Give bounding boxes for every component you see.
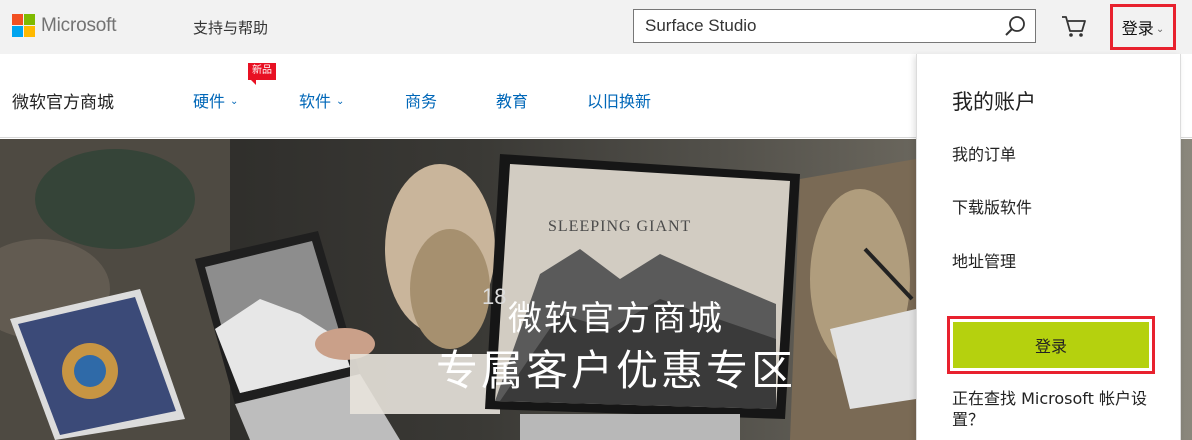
signin-button-highlight: 登录 <box>947 316 1155 374</box>
nav-item-label: 教育 <box>496 92 529 111</box>
nav-item-software[interactable]: 软件 ⌄ <box>299 88 344 112</box>
support-help-link[interactable]: 支持与帮助 <box>193 17 268 38</box>
microsoft-logo-icon <box>12 14 35 37</box>
address-management-link[interactable]: 地址管理 <box>952 248 1016 272</box>
nav-item-label: 软件 <box>299 92 332 111</box>
signin-button[interactable]: 登录 <box>953 322 1149 368</box>
top-bar: Microsoft 支持与帮助 登录 ⌄ <box>0 0 1192 54</box>
nav-item-trade-in[interactable]: 以旧换新 <box>587 88 651 112</box>
nav-item-label: 以旧换新 <box>587 92 652 111</box>
screen-title-text: SLEEPING GIANT <box>548 218 691 235</box>
search-input[interactable] <box>634 10 995 42</box>
cart-icon[interactable] <box>1060 13 1088 39</box>
brand-name: Microsoft <box>41 14 117 36</box>
search-icon[interactable] <box>995 10 1035 42</box>
my-orders-link[interactable]: 我的订单 <box>952 141 1016 165</box>
microsoft-logo[interactable]: Microsoft <box>12 14 116 37</box>
store-title[interactable]: 微软官方商城 <box>12 88 114 113</box>
nav-item-business[interactable]: 商务 <box>405 88 437 112</box>
signin-menu-button[interactable]: 登录 ⌄ <box>1110 4 1176 50</box>
account-menu-heading: 我的账户 <box>952 90 1036 114</box>
nav-item-label: 商务 <box>405 92 438 111</box>
nav-item-label: 硬件 <box>193 92 226 111</box>
new-badge: 新品 <box>248 63 276 85</box>
search-box <box>633 9 1036 43</box>
nav-item-hardware[interactable]: 硬件 ⌄ <box>193 88 238 112</box>
signin-label: 登录 <box>1121 19 1154 38</box>
downloads-link[interactable]: 下载版软件 <box>952 194 1032 218</box>
nav-item-education[interactable]: 教育 <box>496 88 528 112</box>
account-settings-help-link[interactable]: 正在查找 Microsoft 帐户设置？ <box>952 388 1157 430</box>
chevron-down-icon: ⌄ <box>1155 23 1165 35</box>
account-dropdown: 我的账户 我的订单 下载版软件 地址管理 登录 正在查找 Microsoft 帐… <box>916 54 1181 440</box>
chevron-down-icon: ⌄ <box>336 96 345 107</box>
chevron-down-icon: ⌄ <box>230 96 239 107</box>
